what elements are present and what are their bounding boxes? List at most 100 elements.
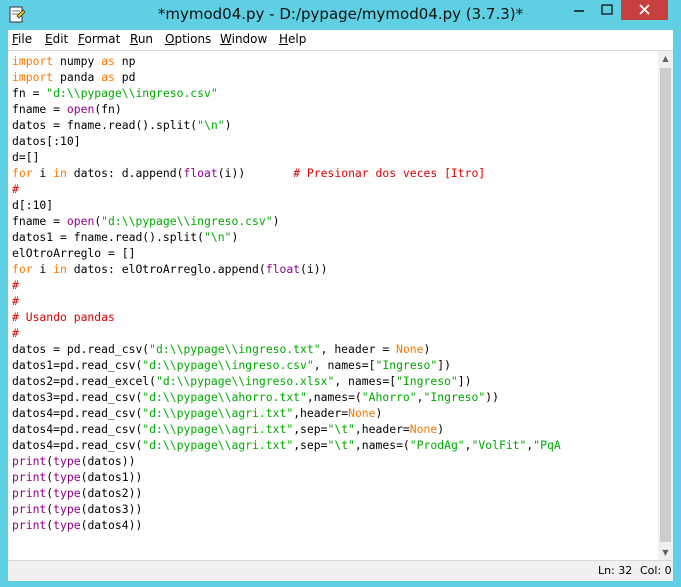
- code-line: fname = open(fn): [12, 101, 122, 117]
- code-token: "d:\\pypage\\ingreso.csv": [142, 358, 314, 372]
- code-token: datos: d.append(: [66, 166, 184, 180]
- code-token: #: [12, 278, 19, 292]
- code-token: "Ingreso": [423, 390, 486, 404]
- code-token: "ProdAg": [409, 438, 465, 452]
- code-token: for: [12, 166, 33, 180]
- code-token: open: [66, 102, 95, 116]
- status-bar: Ln: 32 Col: 0: [8, 560, 673, 581]
- code-line: datos1 = fname.read().split("\n"): [12, 229, 238, 245]
- code-token: "VolFit": [471, 438, 527, 452]
- code-token: as: [101, 70, 115, 84]
- menu-format[interactable]: Format: [78, 32, 120, 46]
- code-token: ): [423, 342, 431, 356]
- code-line: datos3=pd.read_csv("d:\\pypage\\ahorro.t…: [12, 389, 499, 405]
- code-token: # Presionar dos veces [Itro]: [293, 166, 486, 180]
- code-line: fname = open("d:\\pypage\\ingreso.csv"): [12, 213, 279, 229]
- code-token: "Ingreso": [396, 374, 458, 388]
- code-token: "d:\\pypage\\ingreso.csv": [101, 214, 273, 228]
- code-token: ): [231, 230, 239, 244]
- code-token: #: [12, 294, 19, 308]
- code-token: type: [53, 470, 81, 484]
- code-token: ,sep=: [293, 422, 328, 436]
- code-line: datos4=pd.read_csv("d:\\pypage\\agri.txt…: [12, 421, 444, 437]
- code-token: "\n": [197, 118, 225, 132]
- code-line: for i in datos: d.append(float(i)) # Pre…: [12, 165, 485, 181]
- title-bar[interactable]: *mymod04.py - D:/pypage/mymod04.py (3.7.…: [0, 0, 681, 30]
- code-token: #: [12, 326, 19, 340]
- code-token: datos4=pd.read_csv(: [12, 406, 143, 420]
- code-token: (datos)): [80, 454, 136, 468]
- code-line: print(type(datos2)): [12, 485, 142, 501]
- code-token: (datos4)): [80, 518, 143, 532]
- code-line: import numpy as np: [12, 53, 135, 69]
- maximize-button[interactable]: [593, 0, 621, 20]
- code-editor[interactable]: import numpy as np import panda as pd fn =…: [8, 51, 658, 560]
- code-line: d=[]: [12, 149, 39, 165]
- code-line: d[:10]: [12, 197, 53, 213]
- code-token: ]): [437, 358, 451, 372]
- code-token: (i)): [217, 166, 294, 180]
- menu-file[interactable]: File: [12, 32, 32, 46]
- code-token: ): [272, 214, 280, 228]
- code-token: datos1=pd.read_csv(: [12, 358, 143, 372]
- code-token: ,sep=: [293, 438, 328, 452]
- code-token: , names=[: [334, 374, 397, 388]
- code-token: float: [265, 262, 301, 276]
- code-line: datos = pd.read_csv("d:\\pypage\\ingreso…: [12, 341, 430, 357]
- code-token: numpy: [53, 54, 102, 68]
- scroll-down-arrow-icon[interactable]: ▼: [658, 545, 673, 560]
- code-token: datos[:10]: [12, 134, 81, 148]
- vertical-scrollbar[interactable]: ▲ ▼: [658, 51, 673, 560]
- code-token: print: [12, 518, 47, 532]
- code-line: datos4=pd.read_csv("d:\\pypage\\agri.txt…: [12, 437, 561, 453]
- code-token: , names=[: [313, 358, 376, 372]
- code-token: print: [12, 454, 47, 468]
- code-token: type: [53, 518, 81, 532]
- code-line: print(type(datos)): [12, 453, 135, 469]
- code-token: datos4=pd.read_csv(: [12, 422, 143, 436]
- code-token: i: [32, 166, 54, 180]
- code-token: None: [409, 422, 438, 436]
- menu-options[interactable]: Options: [165, 32, 211, 46]
- code-token: #: [12, 182, 19, 196]
- menu-edit[interactable]: Edit: [45, 32, 68, 46]
- code-token: )): [485, 390, 499, 404]
- menu-run[interactable]: Run: [130, 32, 153, 46]
- code-token: i: [32, 262, 54, 276]
- code-token: datos1 = fname.read().split(: [12, 230, 205, 244]
- code-token: in: [53, 262, 67, 276]
- code-line: #: [12, 277, 19, 293]
- code-token: panda: [53, 70, 102, 84]
- code-token: (i)): [300, 262, 328, 276]
- code-token: "d:\\pypage\\agri.txt": [142, 422, 294, 436]
- scroll-up-arrow-icon[interactable]: ▲: [658, 51, 673, 66]
- code-token: fname =: [12, 102, 67, 116]
- code-token: "d:\\pypage\\ingreso.csv": [46, 86, 218, 100]
- code-token: np: [114, 54, 136, 68]
- code-token: "\t": [327, 422, 355, 436]
- code-token: in: [53, 166, 67, 180]
- code-line: # Usando pandas: [12, 309, 115, 325]
- close-button[interactable]: [621, 0, 668, 20]
- code-token: "d:\\pypage\\agri.txt": [142, 406, 294, 420]
- menu-help[interactable]: Help: [279, 32, 306, 46]
- code-token: ): [224, 118, 232, 132]
- minimize-button[interactable]: [565, 0, 593, 20]
- menu-window[interactable]: Window: [220, 32, 267, 46]
- code-token: open: [66, 214, 95, 228]
- code-token: fn =: [12, 86, 47, 100]
- code-line: datos2=pd.read_excel("d:\\pypage\\ingres…: [12, 373, 472, 389]
- scroll-thumb[interactable]: [660, 68, 671, 542]
- code-line: elOtroArreglo = []: [12, 245, 135, 261]
- menu-bar: File Edit Format Run Options Window Help: [8, 30, 673, 51]
- maximize-icon: [601, 4, 613, 15]
- code-token: None: [396, 342, 424, 356]
- code-token: "\n": [204, 230, 232, 244]
- code-line: datos[:10]: [12, 133, 81, 149]
- code-token: pd: [114, 70, 136, 84]
- code-token: ,: [416, 390, 424, 404]
- code-token: "Ahorro": [361, 390, 417, 404]
- code-token: "PqA: [533, 438, 561, 452]
- close-icon: [639, 4, 650, 15]
- code-line: datos1=pd.read_csv("d:\\pypage\\ingreso.…: [12, 357, 451, 373]
